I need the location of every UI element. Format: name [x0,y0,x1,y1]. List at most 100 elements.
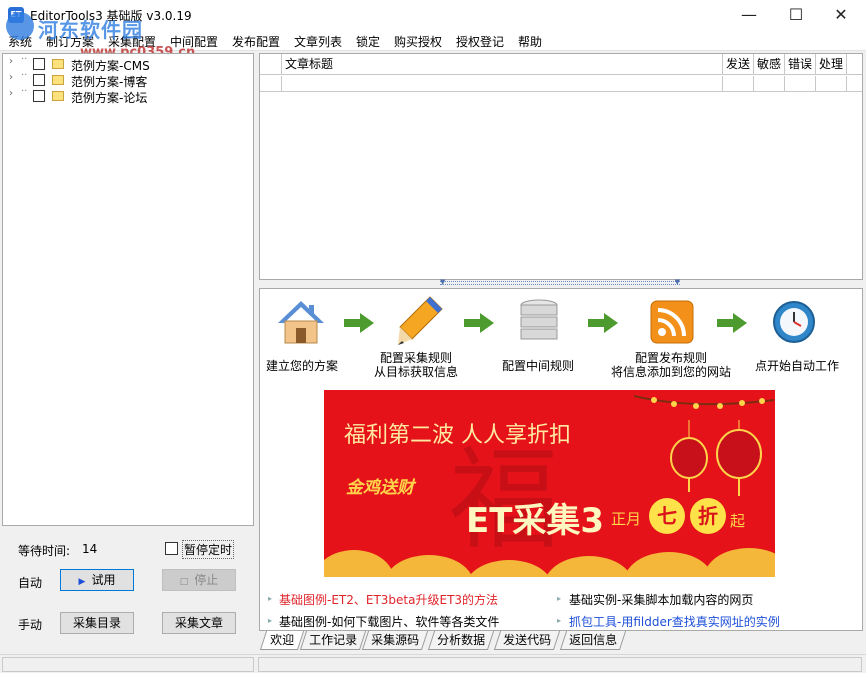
tab-send-code[interactable]: 发送代码 [493,631,561,650]
tree-connector-icon: ·· [21,70,28,81]
bullet-icon: ▸ [268,594,273,603]
banner-product: ET采集3 [466,501,605,541]
pause-timer-checkbox[interactable] [165,542,178,555]
splitter-arrow-icon: ▼ [674,278,680,286]
cloud-decoration [624,552,714,577]
article-grid[interactable]: 文章标题 发送 敏感 错误 处理 [259,53,863,280]
play-icon: ▶ [78,577,86,587]
step-label: 配置发布规则 将信息添加到您的网站 [610,351,731,379]
tutorial-link[interactable]: 基础图例-如何下载图片、软件等各类文件 [279,613,499,630]
bullet-icon: ▸ [557,594,562,603]
tab-return-info[interactable]: 返回信息 [559,631,627,650]
panel-splitter[interactable]: ▼ ▼ [440,278,680,286]
status-cell [258,657,862,672]
arrow-right-icon [588,313,618,333]
column-header-sensitive[interactable]: 敏感 [754,54,785,75]
status-bar [0,654,866,673]
expand-arrow-icon[interactable]: › [9,56,13,67]
tree-checkbox[interactable] [33,74,45,86]
column-header-process[interactable]: 处理 [816,54,847,75]
column-header-title[interactable]: 文章标题 [282,54,723,75]
tab-welcome[interactable]: 欢迎 [259,631,305,650]
watermark-logo-icon [6,12,34,40]
pencil-icon[interactable] [396,295,444,347]
menu-lock[interactable]: 锁定 [356,33,380,50]
menu-buy-license[interactable]: 购买授权 [394,33,442,50]
folder-icon [52,91,64,101]
step-label: 建立您的方案 [265,359,338,373]
menu-publish-config[interactable]: 发布配置 [232,33,280,50]
promo-banner[interactable]: 福 福利第二波 人人享折扣 金鸡送财 ET采集3 正月 七 折 起 [324,390,775,577]
maximize-button[interactable]: ☐ [773,0,819,30]
stop-icon: □ [179,577,189,587]
grid-corner [260,54,282,75]
tree-checkbox[interactable] [33,58,45,70]
tree-item-label[interactable]: 范例方案-论坛 [71,89,147,106]
collect-list-button[interactable]: 采集目录 [60,612,134,634]
step-label: 点开始自动工作 [754,359,839,373]
wait-time-value: 14 [82,542,98,556]
tree-checkbox[interactable] [33,90,45,102]
tree-item[interactable]: › ·· 范例方案-CMS [3,54,253,73]
clock-icon[interactable] [772,300,816,344]
stop-button-label: 停止 [194,573,219,587]
collect-article-button[interactable]: 采集文章 [162,612,236,634]
banner-title: 福利第二波 人人享折扣 [344,423,571,448]
rss-icon[interactable] [650,300,694,344]
tab-work-log[interactable]: 工作记录 [299,631,367,650]
watermark-text: 河东软件园 [38,18,143,42]
tree-connector-icon: ·· [21,54,28,65]
column-header-sent[interactable]: 发送 [723,54,754,75]
close-button[interactable]: ✕ [818,0,864,30]
folder-icon [52,59,64,69]
expand-arrow-icon[interactable]: › [9,72,13,83]
banner-discount-badge: 七 [649,498,685,534]
banner-script-text: 金鸡送财 [346,478,414,498]
trial-button[interactable]: ▶ 试用 [60,569,134,591]
lantern-icon [670,420,762,496]
control-panel: 等待时间: 14 暂停定时 自动 ▶ 试用 □ 停止 手动 采集目录 采集文章 [2,528,254,645]
welcome-panel: 建立您的方案 配置采集规则 从目标获取信息 配置中间规则 配置发布规则 将信息添… [259,288,863,631]
manual-label: 手动 [18,618,43,632]
tree-item[interactable]: › ·· 范例方案-论坛 [3,86,253,106]
wait-time-label: 等待时间: [18,544,71,558]
blossom-branch-icon [634,395,775,409]
splitter-arrow-icon: ▼ [440,278,446,286]
cloud-decoration [324,550,394,577]
banner-suffix: 起 [730,512,746,530]
tutorial-link[interactable]: 基础实例-采集脚本加载内容的网页 [569,591,753,608]
menu-article-list[interactable]: 文章列表 [294,33,342,50]
step-label: 配置采集规则 从目标获取信息 [373,351,458,379]
auto-label: 自动 [18,576,43,590]
column-header-error[interactable]: 错误 [785,54,816,75]
banner-discount-badge: 折 [690,498,726,534]
arrow-right-icon [464,313,494,333]
database-icon[interactable] [519,299,559,345]
tab-source[interactable]: 采集源码 [361,631,429,650]
trial-button-label: 试用 [91,573,116,587]
bullet-icon: ▸ [557,616,562,625]
table-row[interactable] [260,76,862,92]
bullet-icon: ▸ [268,616,273,625]
plan-tree[interactable]: › ·· 范例方案-CMS › ·· 范例方案-博客 › ·· 范例方案-论坛 [2,53,254,526]
pause-timer-label[interactable]: 暂停定时 [182,540,235,559]
arrow-right-icon [717,313,747,333]
bottom-tab-bar: 欢迎 工作记录 采集源码 分析数据 发送代码 返回信息 [259,631,863,651]
arrow-right-icon [344,313,374,333]
tutorial-link[interactable]: 抓包工具-用fildder查找真实网址的实例 [569,613,780,630]
grid-header: 文章标题 发送 敏感 错误 处理 [260,54,862,75]
menu-help[interactable]: 帮助 [518,33,542,50]
minimize-button[interactable]: — [726,0,772,30]
cloud-decoration [704,548,775,577]
step-label: 配置中间规则 [501,359,574,373]
tree-item[interactable]: › ·· 范例方案-博客 [3,70,253,89]
expand-arrow-icon[interactable]: › [9,88,13,99]
tab-analysis[interactable]: 分析数据 [427,631,495,650]
home-icon[interactable] [276,299,326,345]
stop-button[interactable]: □ 停止 [162,569,236,591]
menu-register-license[interactable]: 授权登记 [456,33,504,50]
tutorial-link[interactable]: 基础图例-ET2、ET3beta升级ET3的方法 [279,591,498,608]
tree-connector-icon: ·· [21,86,28,97]
banner-month: 正月 [611,510,642,528]
status-cell [2,657,254,672]
